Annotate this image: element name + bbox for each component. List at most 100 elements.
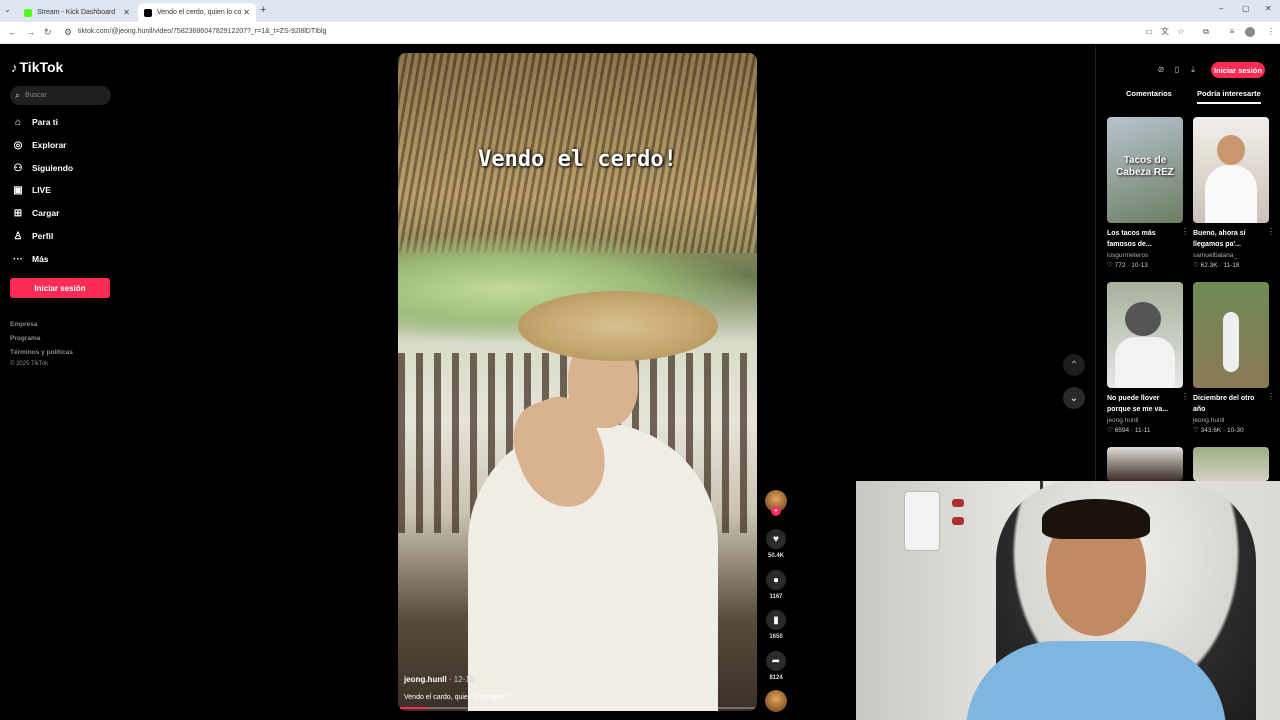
webcam-overlay: [856, 481, 1280, 720]
close-tab-icon[interactable]: ✕: [243, 8, 250, 17]
nav-siguiendo[interactable]: ⚇ Siguiendo: [12, 160, 74, 176]
url-field[interactable]: tiktok.com/@jeong.hunll/video/7582368604…: [78, 28, 326, 35]
downloads-icon[interactable]: ≡: [1227, 27, 1237, 37]
suggested-video-stats: ♡ 343.6K · 10-30: [1193, 427, 1244, 434]
suggested-video-stats: ♡ 62.3K · 11-18: [1193, 262, 1240, 269]
more-options-icon[interactable]: ⋮: [1267, 392, 1275, 401]
nav-perfil[interactable]: ♙ Perfil: [12, 228, 54, 244]
browser-tab-kick[interactable]: Stream - Kick Dashboard ✕: [18, 3, 136, 22]
sound-disc-icon[interactable]: [765, 690, 787, 712]
video-progress-bar[interactable]: [400, 707, 755, 709]
browser-tab-tiktok[interactable]: Vendo el cerdo, quien lo co ✕: [138, 3, 256, 22]
nav-label: Siguiendo: [32, 163, 74, 173]
suggested-video-thumbnail[interactable]: [1107, 447, 1183, 481]
site-info-icon[interactable]: ⚙: [64, 27, 72, 38]
suggested-video-card[interactable]: No puede llover porque se me va... jeong…: [1107, 282, 1189, 434]
footer-link-programa[interactable]: Programa: [10, 335, 40, 342]
share-action[interactable]: ➦ 8124: [765, 651, 787, 681]
tab-comentarios[interactable]: Comentarios: [1126, 89, 1172, 98]
suggested-video-title[interactable]: Los tacos más famosos de...: [1107, 228, 1177, 250]
suggested-video-thumbnail[interactable]: [1193, 282, 1269, 388]
follow-plus-icon[interactable]: +: [771, 506, 781, 516]
footer-link-empresa[interactable]: Empresa: [10, 321, 37, 328]
profile-avatar-icon[interactable]: [1245, 27, 1255, 37]
settings-icon[interactable]: ⊘: [1155, 64, 1167, 76]
search-input[interactable]: ⌕ Buscar: [10, 86, 111, 105]
suggested-video-card[interactable]: [1193, 447, 1269, 481]
tab-podria-interesarte[interactable]: Podría interesarte: [1197, 89, 1261, 104]
share-count: 8124: [769, 675, 783, 681]
address-bar: ← → ↻ ⚙ tiktok.com/@jeong.hunll/video/75…: [0, 22, 1280, 44]
next-video-icon[interactable]: ⌄: [1063, 387, 1085, 409]
creator-avatar[interactable]: +: [765, 490, 787, 516]
nav-live[interactable]: ▣ LIVE: [12, 182, 51, 198]
save-action[interactable]: ▮ 1650: [765, 610, 787, 640]
suggested-video-title[interactable]: Diciembre del otro año: [1193, 393, 1263, 415]
close-window-icon[interactable]: ✕: [1265, 4, 1272, 13]
nav-para-ti[interactable]: ⌂ Para ti: [12, 114, 58, 130]
people-icon: ⚇: [13, 162, 23, 174]
bookmark-icon[interactable]: ▮: [766, 610, 786, 630]
suggested-video-user[interactable]: losgurmeteros: [1107, 252, 1183, 259]
more-icon: ···: [13, 253, 23, 265]
suggested-video-thumbnail[interactable]: [1193, 447, 1269, 481]
extensions-icon[interactable]: ⧉: [1201, 27, 1211, 37]
suggested-video-thumbnail[interactable]: [1193, 117, 1269, 223]
tiktok-logo[interactable]: ♪ TikTok: [11, 59, 63, 75]
menu-kebab-icon[interactable]: ⋮: [1266, 27, 1276, 37]
webcam-controller: [952, 517, 964, 525]
forward-icon[interactable]: →: [26, 27, 35, 37]
suggested-video-card[interactable]: [1107, 447, 1183, 481]
like-action[interactable]: ♥ 50.4K: [765, 529, 787, 559]
more-options-icon[interactable]: ⋮: [1267, 227, 1275, 236]
minimize-icon[interactable]: –: [1219, 4, 1223, 13]
search-icon: ⌕: [15, 90, 21, 100]
suggested-video-card[interactable]: Diciembre del otro año jeong.hunll ♡ 343…: [1193, 282, 1275, 434]
suggested-video-title[interactable]: No puede llover porque se me va...: [1107, 393, 1177, 415]
video-player[interactable]: Vendo el cerdo! jeong.hunll · 12-10 Vend…: [398, 53, 757, 711]
suggested-video-title[interactable]: Bueno, ahora sí llegamos pa'...: [1193, 228, 1263, 250]
video-date: · 12-10: [446, 675, 475, 684]
suggested-video-user[interactable]: jeong.hunll: [1193, 417, 1269, 424]
login-button[interactable]: Iniciar sesión: [10, 278, 110, 298]
new-tab-icon[interactable]: +: [260, 4, 266, 16]
footer-link-terminos[interactable]: Términos y políticas: [10, 349, 73, 356]
browser-tabbar: ⌄ Stream - Kick Dashboard ✕ Vendo el cer…: [0, 0, 1280, 22]
nav-mas[interactable]: ··· Más: [12, 251, 49, 267]
like-count: 50.4K: [767, 553, 784, 559]
bookmark-star-icon[interactable]: ☆: [1176, 27, 1186, 37]
compass-icon: ◎: [13, 139, 23, 151]
reload-icon[interactable]: ↻: [44, 27, 52, 38]
nav-label: Perfil: [32, 231, 54, 241]
panel-login-button[interactable]: Iniciar sesión: [1211, 62, 1265, 78]
suggested-video-user[interactable]: samuelbalana_: [1193, 252, 1269, 259]
share-icon[interactable]: ➦: [766, 651, 786, 671]
back-icon[interactable]: ←: [8, 27, 17, 37]
comment-icon[interactable]: ●: [766, 570, 786, 590]
cast-icon[interactable]: ▭: [1144, 27, 1154, 37]
suggested-video-thumbnail[interactable]: Tacos de Cabeza REZ: [1107, 117, 1183, 223]
close-tab-icon[interactable]: ✕: [123, 8, 130, 17]
suggested-video-card[interactable]: Tacos de Cabeza REZ Los tacos más famoso…: [1107, 117, 1189, 269]
video-author[interactable]: jeong.hunll: [404, 675, 447, 684]
translate-icon[interactable]: 文: [1160, 27, 1170, 37]
suggested-video-stats: ♡ 772 · 10-13: [1107, 262, 1148, 269]
nav-cargar[interactable]: ⊞ Cargar: [12, 205, 60, 221]
webcam-console: [904, 491, 940, 551]
more-options-icon[interactable]: ⋮: [1181, 227, 1189, 236]
download-icon[interactable]: ⤓: [1187, 64, 1199, 76]
comment-action[interactable]: ● 1167: [765, 570, 787, 600]
suggested-video-user[interactable]: jeong.hunll: [1107, 417, 1183, 424]
upload-icon: ⊞: [13, 207, 23, 219]
webcam-streamer-hair: [1042, 499, 1150, 539]
nav-explorar[interactable]: ◎ Explorar: [12, 137, 67, 153]
suggested-video-card[interactable]: Bueno, ahora sí llegamos pa'... samuelba…: [1193, 117, 1275, 269]
heart-icon[interactable]: ♥: [766, 529, 786, 549]
tiktok-note-icon: ♪: [11, 59, 18, 75]
device-icon[interactable]: ▯: [1171, 64, 1183, 76]
suggested-video-thumbnail[interactable]: [1107, 282, 1183, 388]
maximize-icon[interactable]: ▢: [1242, 4, 1250, 13]
tab-list-icon[interactable]: ⌄: [4, 5, 11, 14]
previous-video-icon[interactable]: ⌃: [1063, 354, 1085, 376]
more-options-icon[interactable]: ⋮: [1181, 392, 1189, 401]
